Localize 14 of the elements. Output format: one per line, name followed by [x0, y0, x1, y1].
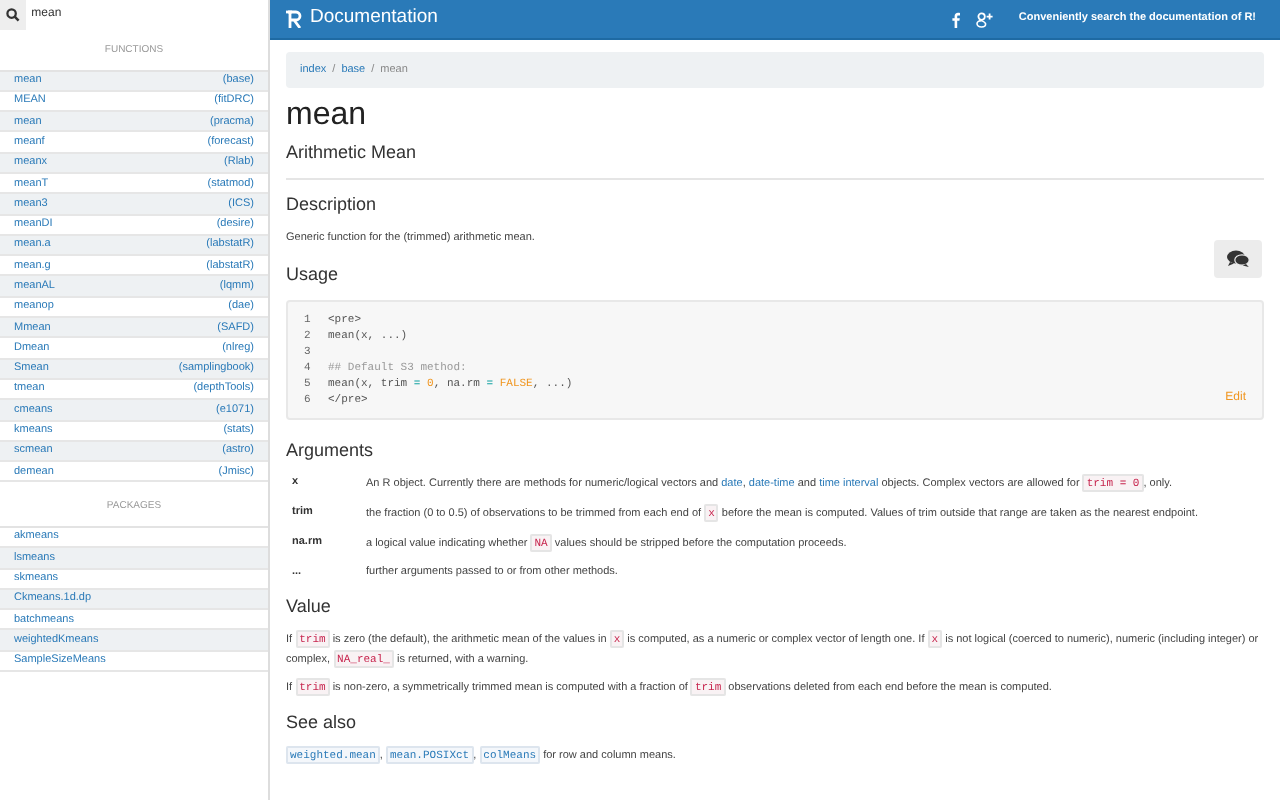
section-heading: Usage	[286, 262, 339, 289]
page-subtitle: Arithmetic Mean	[286, 140, 417, 166]
search-icon	[5, 7, 20, 21]
section-heading: Arguments	[286, 437, 374, 464]
section-heading: Value	[286, 594, 331, 621]
r-logo-icon	[286, 10, 302, 28]
chat-button[interactable]	[1214, 240, 1262, 278]
section-heading: Description	[286, 191, 377, 218]
chat-icon	[1226, 250, 1250, 268]
section-heading: See also	[286, 709, 357, 736]
header-title: Documentation	[310, 4, 438, 33]
google-plus-icon[interactable]	[976, 11, 995, 27]
facebook-icon[interactable]	[952, 11, 961, 27]
page-title: mean	[286, 98, 367, 134]
